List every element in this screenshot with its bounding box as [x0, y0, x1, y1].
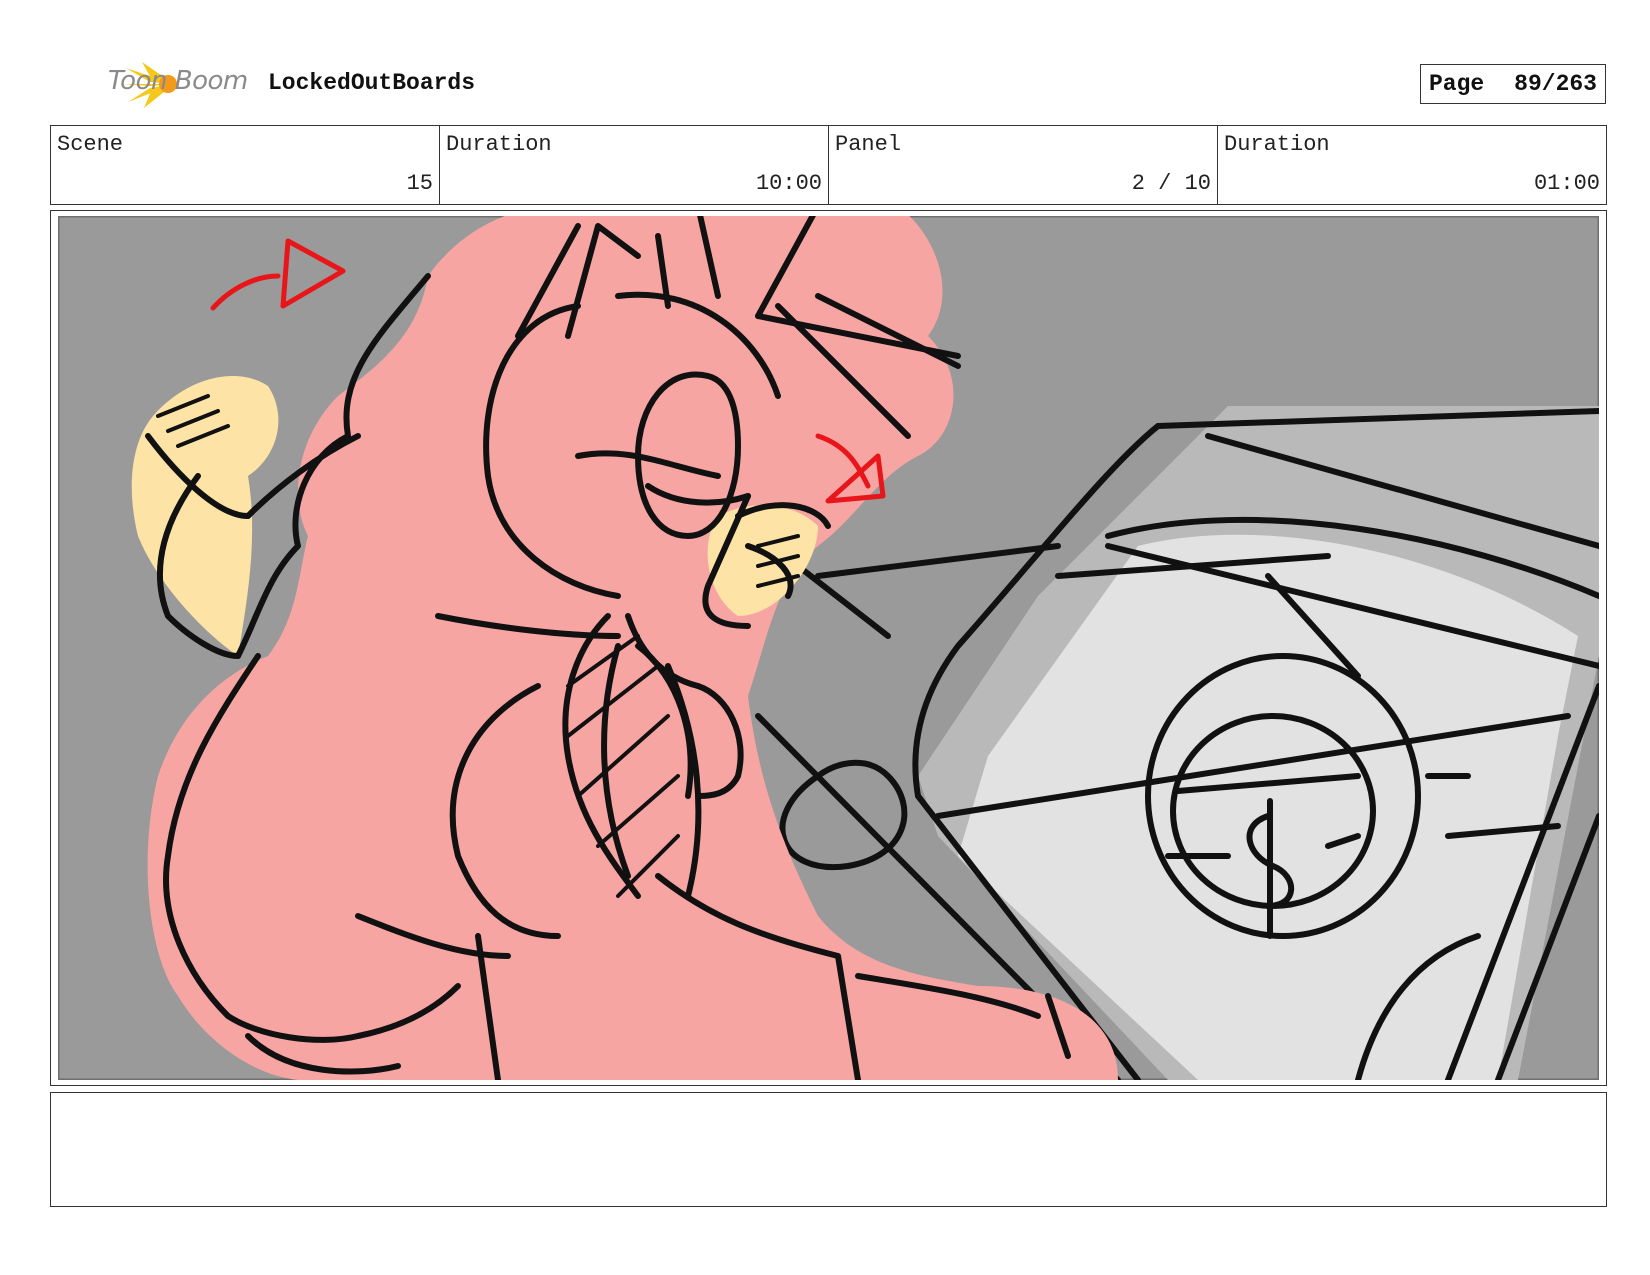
panel-duration-value: 01:00	[1533, 171, 1600, 196]
panel-duration-label: Duration	[1224, 132, 1330, 157]
project-title: LockedOutBoards	[268, 70, 476, 96]
panel-cell: Panel 2 / 10	[829, 126, 1218, 204]
storyboard-sketch	[58, 216, 1599, 1080]
page-indicator: Page 89/263	[1420, 64, 1606, 104]
scene-label: Scene	[57, 132, 124, 157]
scene-cell: Scene 15	[51, 126, 440, 204]
brand-name: Toon Boom	[108, 66, 248, 96]
scene-duration-cell: Duration 10:00	[440, 126, 829, 204]
scene-value: 15	[406, 171, 433, 196]
scene-duration-value: 10:00	[755, 171, 822, 196]
panel-duration-cell: Duration 01:00	[1218, 126, 1606, 204]
panel-value: 2 / 10	[1131, 171, 1211, 196]
panel-label: Panel	[835, 132, 902, 157]
scene-duration-label: Duration	[446, 132, 552, 157]
page-number: 89/263	[1514, 71, 1597, 97]
panel-info-table: Scene 15 Duration 10:00 Panel 2 / 10 Dur…	[50, 125, 1607, 205]
page-label: Page	[1429, 71, 1485, 97]
notes-box	[50, 1092, 1607, 1207]
